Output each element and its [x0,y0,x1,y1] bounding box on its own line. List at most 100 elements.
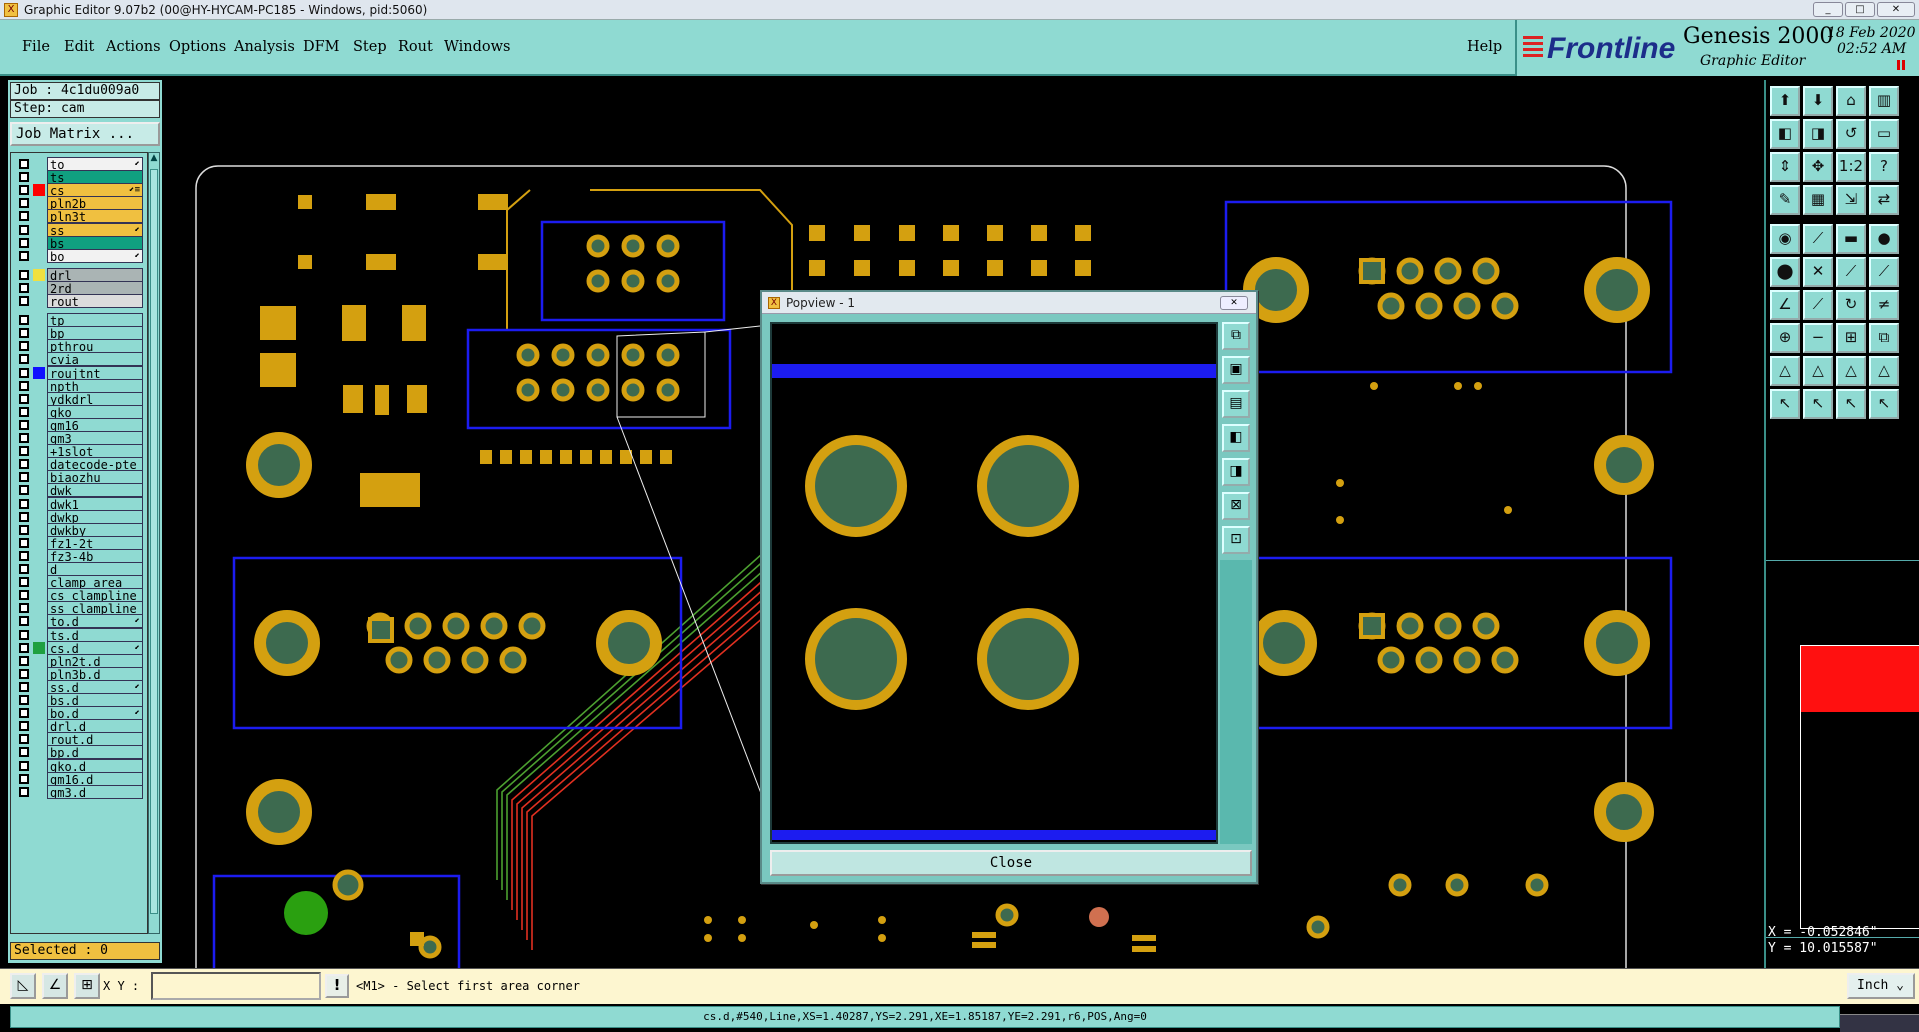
layer-checkbox[interactable] [19,296,29,306]
layer-checkbox[interactable] [19,237,29,248]
window-icon[interactable]: ▥ [1869,86,1899,116]
angle-mode-icon[interactable]: ∠ [42,973,68,999]
layer-name[interactable]: bo ⬋ [47,248,143,263]
layer-name[interactable]: clamp_area [47,575,143,590]
layer-row[interactable]: pthrou [11,339,147,354]
layer-row[interactable]: ss ⬋ [11,222,147,237]
layer-checkbox[interactable] [19,185,29,196]
diag-icon[interactable]: ⟋ [1803,290,1833,320]
overview-viewport[interactable] [1801,646,1919,712]
triangle-icon[interactable]: △ [1770,356,1800,386]
layer-row[interactable]: cs_clampline [11,588,147,603]
layer-checkbox[interactable] [19,695,29,705]
layer-checkbox[interactable] [19,786,29,797]
layer-name[interactable]: ss.d ⬋ [47,679,143,694]
layer-checkbox[interactable] [19,393,29,404]
fill-icon[interactable]: ● [1869,224,1899,254]
layer-name[interactable]: ydkdrl [47,391,143,406]
popview-canvas[interactable] [770,322,1218,844]
warning-icon[interactable]: ! [325,974,349,998]
unit-select[interactable]: Inch ⌄ [1847,973,1915,999]
layer-row[interactable]: cs.d ⬋ [11,640,147,655]
layer-row[interactable]: biaozhu [11,470,147,485]
minus-icon[interactable]: − [1803,323,1833,353]
layer-name[interactable]: roujtnt [47,365,143,380]
net-icon[interactable]: ⬤ [1770,257,1800,287]
layer-name[interactable]: cs ⬋≡ [47,183,143,198]
layer-row[interactable]: roujtnt [11,365,147,380]
layer-row[interactable]: to.d ⬋ [11,614,147,629]
layer-row[interactable]: bo.d ⬋ [11,706,147,721]
popview-drawing[interactable] [772,324,1216,842]
popview-fit-icon[interactable]: ▤ [1222,390,1250,418]
layer-row[interactable]: d [11,562,147,576]
stack-icon[interactable]: ⧉ [1869,323,1899,353]
menu-options[interactable]: Options [169,39,226,55]
layer-row[interactable]: datecode-pte [11,457,147,472]
layer-row[interactable]: clamp_area [11,575,147,590]
layer-row[interactable]: +1slot [11,444,147,459]
layer-row[interactable]: dwkby [11,522,147,537]
curve-icon[interactable]: ↻ [1836,290,1866,320]
job-matrix-button[interactable]: Job Matrix ... [10,122,160,146]
layer-name[interactable]: cvia [47,352,143,367]
menu-rout[interactable]: Rout [398,39,433,55]
layer-checkbox[interactable] [19,721,29,732]
layer-name[interactable]: rout [47,294,143,308]
minimize-button[interactable]: _ [1813,2,1843,17]
layer-row[interactable]: pln3t [11,209,147,224]
layer-row[interactable]: bo ⬋ [11,248,147,263]
layer-name[interactable]: dwkp [47,509,143,524]
redraw-icon[interactable]: ↺ [1836,119,1866,149]
layer-checkbox[interactable] [19,315,29,326]
scroll-up-icon[interactable]: ▲ [149,153,159,167]
pad-icon[interactable]: ◉ [1770,224,1800,254]
layer-checkbox[interactable] [19,446,29,457]
layer-name[interactable]: gm3.d [47,784,143,799]
move-icon[interactable]: ⊞ [1836,323,1866,353]
layer-checkbox[interactable] [19,590,29,601]
layer-row[interactable]: tp [11,313,147,328]
layer-checkbox[interactable] [19,537,29,548]
layer-row[interactable]: drl.d [11,719,147,734]
layer-row[interactable]: ss.d ⬋ [11,679,147,694]
select3-icon[interactable]: ↖ [1836,389,1866,419]
layer-checkbox[interactable] [19,603,29,614]
menu-actions[interactable]: Actions [106,39,161,55]
measure-icon[interactable]: ⇲ [1836,185,1866,215]
layer-row[interactable]: bp.d [11,745,147,760]
popview-fit-all-icon[interactable]: ⊠ [1222,492,1250,520]
layer-row[interactable]: fz1-2t [11,535,147,550]
layer-name[interactable]: bs.d [47,693,143,707]
link-icon[interactable]: ⟋ [1869,257,1899,287]
layer-name[interactable]: dwk [47,483,143,498]
angle-icon[interactable]: ∠ [1770,290,1800,320]
zoom-fit-icon[interactable]: ⌂ [1836,86,1866,116]
menu-dfm[interactable]: DFM [303,39,340,55]
layer-icon[interactable]: ⇄ [1869,185,1899,215]
layer-checkbox[interactable] [19,172,29,183]
popview-zoom-in-icon[interactable]: ⧉ [1222,322,1250,350]
cross-icon[interactable]: ✕ [1803,257,1833,287]
popview-close-button[interactable]: Close [770,850,1252,876]
layer-name[interactable]: tp [47,313,143,328]
layer-row[interactable]: 2rd [11,280,147,295]
layer-checkbox[interactable] [19,708,29,719]
layer-row[interactable]: ss_clampline [11,601,147,616]
layer-name[interactable]: datecode-pte [47,457,143,472]
layer-name[interactable]: fz3-4b [47,548,143,563]
split-icon[interactable]: ≠ [1869,290,1899,320]
select2-icon[interactable]: ↖ [1803,389,1833,419]
close-button[interactable]: ✕ [1877,2,1915,17]
layer-checkbox[interactable] [19,341,29,352]
popview-center-icon[interactable]: ⊡ [1222,526,1250,554]
maximize-button[interactable]: □ [1845,2,1875,17]
layer-name[interactable]: ts.d [47,627,143,642]
ruler-icon[interactable]: 1:2 [1836,152,1866,182]
layer-name[interactable]: d [47,562,143,576]
layer-name[interactable]: bo.d ⬋ [47,706,143,721]
overview-map[interactable] [1766,560,1919,938]
layer-checkbox[interactable] [19,616,29,627]
layer-checkbox[interactable] [19,485,29,496]
layer-name[interactable]: bs [47,235,143,250]
